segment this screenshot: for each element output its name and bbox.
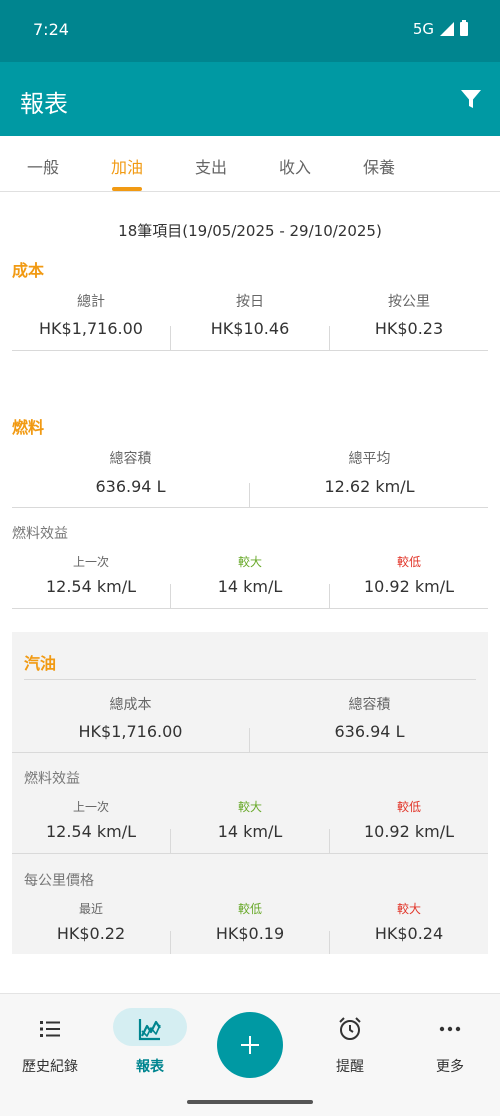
divider (12, 608, 488, 609)
petrol-cost-value: HK$1,716.00 (78, 722, 183, 741)
efficiency-last-label: 上一次 (72, 555, 109, 569)
petrol-efficiency-last-label: 上一次 (72, 800, 109, 814)
tab-maintenance[interactable]: 保養 (362, 154, 396, 178)
tab-bar: 一般 加油 支出 收入 保養 (0, 136, 500, 192)
nav-reports[interactable]: 報表 (100, 994, 200, 1094)
nav-more-label: 更多 (436, 1059, 464, 1075)
divider (329, 326, 330, 350)
gesture-bar[interactable] (187, 1100, 313, 1104)
fuel-avg-value: 12.62 km/L (324, 477, 415, 496)
petrol-efficiency-low-value: 10.92 km/L (363, 822, 455, 841)
petrol-volume-label: 總容積 (348, 697, 391, 713)
fuel-avg-label: 總平均 (348, 451, 391, 467)
status-indicators: 5G (413, 20, 468, 38)
price-per-km-caption: 每公里價格 (24, 873, 94, 889)
efficiency-high-label: 較大 (237, 555, 262, 569)
price-low-label: 較低 (237, 902, 262, 916)
add-button[interactable] (217, 1012, 283, 1078)
tab-indicator (112, 187, 142, 191)
fuel-efficiency-caption: 燃料效益 (12, 526, 68, 542)
petrol-card: 汽油 總成本 HK$1,716.00 總容積 636.94 L 燃料效益 上一次… (12, 632, 488, 954)
bottom-nav: 歷史紀錄 報表 提醒 更多 (0, 993, 500, 1116)
price-recent-value: HK$0.22 (56, 924, 126, 943)
price-high-value: HK$0.24 (374, 924, 444, 943)
list-icon (40, 1021, 60, 1037)
divider (170, 584, 171, 608)
network-label: 5G (412, 20, 434, 38)
petrol-volume-value: 636.94 L (334, 722, 405, 741)
price-recent-label: 最近 (78, 902, 103, 916)
petrol-section-title: 汽油 (24, 654, 57, 673)
tab-income[interactable]: 收入 (278, 154, 312, 178)
divider (170, 931, 171, 954)
petrol-efficiency-caption: 燃料效益 (24, 771, 80, 787)
cost-total-value: HK$1,716.00 (39, 319, 143, 338)
divider (12, 350, 488, 351)
tab-expense[interactable]: 支出 (194, 154, 228, 178)
divider (170, 829, 171, 853)
status-time: 7:24 (33, 20, 69, 39)
cost-per-day-label: 按日 (236, 294, 264, 310)
fuel-volume-label: 總容積 (109, 451, 152, 467)
filter-icon[interactable] (460, 88, 482, 110)
chart-icon (138, 1019, 161, 1041)
divider (12, 853, 488, 854)
cost-total-label: 總計 (77, 294, 105, 310)
nav-reminders[interactable]: 提醒 (300, 994, 400, 1094)
cost-per-km-value: HK$0.23 (374, 319, 444, 338)
divider (329, 931, 330, 954)
tab-general[interactable]: 一般 (26, 154, 60, 178)
app-bar: 報表 (0, 62, 500, 136)
nav-more[interactable]: 更多 (400, 994, 500, 1094)
petrol-efficiency-high-label: 較大 (237, 800, 262, 814)
divider (12, 752, 488, 753)
nav-history-label: 歷史紀錄 (22, 1059, 78, 1075)
record-summary: 18筆項目(19/05/2025 - 29/10/2025) (118, 222, 382, 240)
divider (249, 728, 250, 752)
efficiency-low-value: 10.92 km/L (363, 577, 455, 596)
divider (24, 679, 476, 680)
fuel-volume-value: 636.94 L (95, 477, 166, 496)
divider (329, 829, 330, 853)
cost-per-km-label: 按公里 (388, 294, 430, 310)
cost-section-title: 成本 (12, 261, 45, 280)
efficiency-high-value: 14 km/L (217, 577, 283, 596)
more-icon (439, 1026, 461, 1032)
divider (249, 483, 250, 507)
status-bar: 7:24 5G (0, 0, 500, 62)
petrol-efficiency-low-label: 較低 (396, 800, 421, 814)
page-title: 報表 (20, 90, 68, 118)
fuel-section-title: 燃料 (12, 418, 45, 437)
alarm-clock-icon (339, 1017, 361, 1040)
petrol-cost-label: 總成本 (109, 697, 152, 713)
price-low-value: HK$0.19 (215, 924, 285, 943)
petrol-efficiency-last-value: 12.54 km/L (45, 822, 137, 841)
efficiency-last-value: 12.54 km/L (45, 577, 137, 596)
nav-reports-label: 報表 (136, 1059, 164, 1075)
plus-icon (241, 1036, 259, 1054)
cost-per-day-value: HK$10.46 (210, 319, 290, 338)
tab-refuel[interactable]: 加油 (110, 154, 144, 178)
divider (12, 507, 488, 508)
efficiency-low-label: 較低 (396, 555, 421, 569)
price-high-label: 較大 (396, 902, 421, 916)
nav-history[interactable]: 歷史紀錄 (0, 994, 100, 1094)
nav-reminders-label: 提醒 (336, 1059, 364, 1075)
divider (329, 584, 330, 608)
battery-icon (460, 20, 468, 36)
divider (170, 326, 171, 350)
signal-icon (440, 22, 454, 36)
petrol-efficiency-high-value: 14 km/L (217, 822, 283, 841)
